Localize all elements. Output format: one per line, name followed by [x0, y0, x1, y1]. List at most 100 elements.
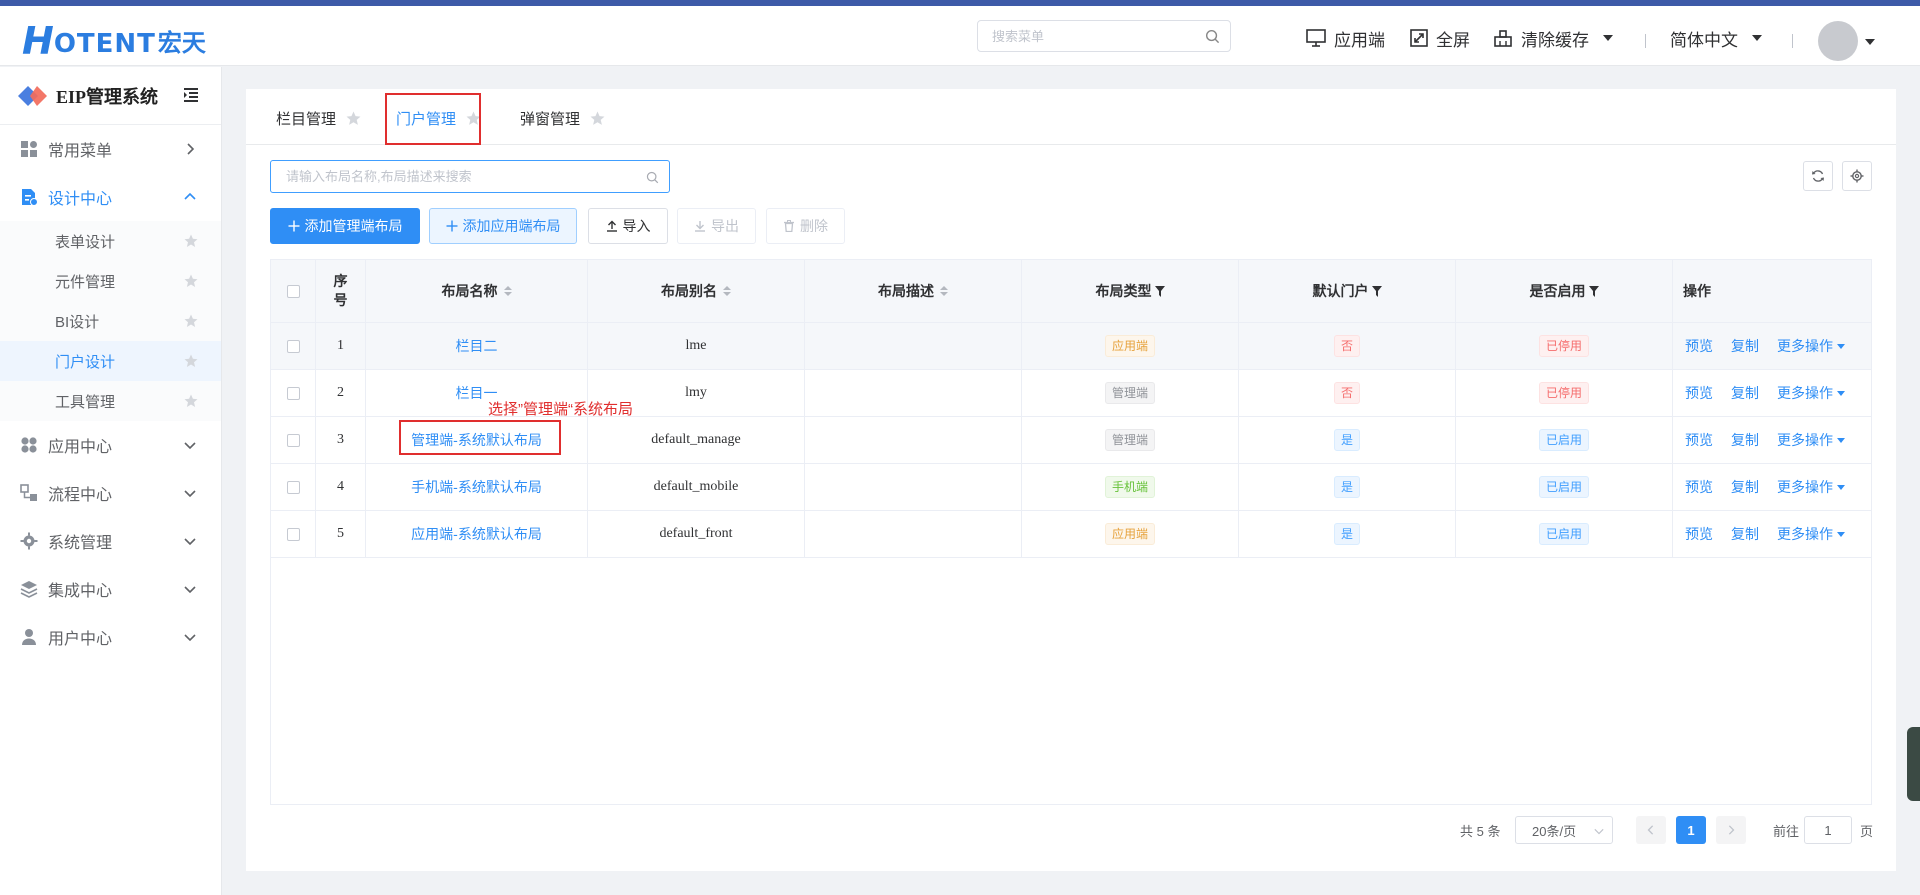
sidebar-subitem-tool-manage[interactable]: 工具管理 — [0, 381, 221, 421]
column-header-alias[interactable]: 布局别名 — [588, 260, 805, 322]
search-icon[interactable] — [646, 171, 659, 184]
sort-icon[interactable] — [503, 286, 512, 296]
filter-icon[interactable] — [1588, 285, 1599, 297]
user-avatar[interactable] — [1818, 21, 1858, 61]
chevron-down-icon — [184, 538, 196, 546]
clear-cache-button[interactable]: 清除缓存 — [1493, 28, 1613, 50]
sidebar-item-process-center[interactable]: 流程中心 — [0, 469, 221, 517]
more-actions-dropdown[interactable]: 更多操作 — [1777, 383, 1845, 403]
eip-logo-icon — [18, 85, 47, 106]
gear-icon — [20, 532, 38, 550]
row-checkbox[interactable] — [286, 480, 300, 494]
sidebar-item-integration-center[interactable]: 集成中心 — [0, 565, 221, 613]
column-header-name[interactable]: 布局名称 — [366, 260, 588, 322]
broom-icon — [1494, 30, 1512, 47]
caret-down-icon — [1837, 484, 1845, 490]
copy-link[interactable]: 复制 — [1731, 336, 1759, 356]
fullscreen-button[interactable]: 全屏 — [1410, 28, 1470, 50]
column-header-type[interactable]: 布局类型 — [1022, 260, 1239, 322]
layout-name-link[interactable]: 手机端-系统默认布局 — [411, 477, 542, 497]
tab-popup-manage[interactable]: 弹窗管理 — [520, 107, 605, 129]
row-seq: 4 — [316, 464, 366, 510]
preview-link[interactable]: 预览 — [1685, 477, 1713, 497]
language-selector[interactable]: 简体中文 — [1670, 28, 1762, 50]
more-actions-dropdown[interactable]: 更多操作 — [1777, 336, 1845, 356]
column-settings-button[interactable] — [1842, 161, 1872, 191]
avatar-caret-down-icon[interactable] — [1865, 39, 1875, 45]
tab-column-manage[interactable]: 栏目管理 — [276, 107, 361, 129]
preview-link[interactable]: 预览 — [1685, 430, 1713, 450]
layout-name-link[interactable]: 栏目二 — [456, 336, 498, 356]
select-all-checkbox[interactable] — [286, 284, 300, 298]
copy-link[interactable]: 复制 — [1731, 430, 1759, 450]
menu-search-input[interactable] — [992, 21, 1202, 51]
preview-link[interactable]: 预览 — [1685, 524, 1713, 544]
sort-icon[interactable] — [940, 286, 948, 296]
copy-link[interactable]: 复制 — [1731, 383, 1759, 403]
more-actions-dropdown[interactable]: 更多操作 — [1777, 477, 1845, 497]
copy-link[interactable]: 复制 — [1731, 477, 1759, 497]
table-row[interactable]: 1 栏目二 lme 应用端 否 已停用 预览 复制 更多操作 — [271, 323, 1871, 370]
menu-collapse-icon[interactable] — [183, 87, 199, 103]
sidebar-item-app-center[interactable]: 应用中心 — [0, 421, 221, 469]
row-checkbox[interactable] — [286, 386, 300, 400]
sidebar-subitem-portal-design[interactable]: 门户设计 — [0, 341, 221, 381]
sidebar-item-design-center[interactable]: 设计中心 — [0, 173, 221, 221]
row-alias: default_front — [588, 511, 805, 557]
next-page-button[interactable] — [1716, 816, 1746, 844]
column-header-enabled[interactable]: 是否启用 — [1456, 260, 1673, 322]
refresh-button[interactable] — [1803, 161, 1833, 191]
preview-link[interactable]: 预览 — [1685, 383, 1713, 403]
chevron-up-icon — [184, 192, 196, 200]
add-app-layout-button[interactable]: 添加应用端布局 — [429, 208, 577, 244]
row-checkbox[interactable] — [286, 433, 300, 447]
page-number-current[interactable]: 1 — [1676, 816, 1706, 844]
sidebar-item-common-menu[interactable]: 常用菜单 — [0, 125, 221, 173]
star-icon[interactable] — [184, 274, 198, 288]
sidebar-subitem-component-manage[interactable]: 元件管理 — [0, 261, 221, 301]
grid-icon — [21, 141, 37, 157]
sidebar-item-system-manage[interactable]: 系统管理 — [0, 517, 221, 565]
menu-search-box[interactable] — [977, 20, 1231, 52]
layout-search-box[interactable] — [270, 160, 670, 193]
star-icon[interactable] — [184, 234, 198, 248]
filter-icon[interactable] — [1154, 285, 1165, 297]
caret-down-icon — [1837, 390, 1845, 396]
star-icon[interactable] — [184, 354, 198, 368]
sidebar-subitem-form-design[interactable]: 表单设计 — [0, 221, 221, 261]
export-button[interactable]: 导出 — [677, 208, 756, 244]
row-checkbox[interactable] — [286, 527, 300, 541]
more-actions-dropdown[interactable]: 更多操作 — [1777, 430, 1845, 450]
column-header-default-portal[interactable]: 默认门户 — [1239, 260, 1456, 322]
caret-down-icon — [1603, 35, 1613, 41]
star-icon[interactable] — [590, 111, 605, 126]
star-icon[interactable] — [184, 394, 198, 408]
delete-button[interactable]: 删除 — [766, 208, 845, 244]
row-desc — [805, 323, 1022, 369]
copy-link[interactable]: 复制 — [1731, 524, 1759, 544]
preview-link[interactable]: 预览 — [1685, 336, 1713, 356]
star-icon[interactable] — [184, 314, 198, 328]
add-manage-layout-button[interactable]: 添加管理端布局 — [270, 208, 420, 244]
sort-icon[interactable] — [723, 286, 731, 296]
caret-down-icon — [1837, 437, 1845, 443]
search-icon[interactable] — [1205, 29, 1220, 44]
column-header-desc[interactable]: 布局描述 — [805, 260, 1022, 322]
app-end-button[interactable]: 应用端 — [1306, 28, 1385, 50]
star-icon[interactable] — [346, 111, 361, 126]
sidebar-item-user-center[interactable]: 用户中心 — [0, 613, 221, 661]
goto-page-input[interactable] — [1804, 816, 1852, 844]
sidebar-subitem-bi-design[interactable]: BI设计 — [0, 301, 221, 341]
layout-name-link[interactable]: 应用端-系统默认布局 — [411, 524, 542, 544]
table-row[interactable]: 4 手机端-系统默认布局 default_mobile 手机端 是 已启用 预览… — [271, 464, 1871, 511]
import-button[interactable]: 导入 — [588, 208, 668, 244]
layout-search-input[interactable] — [286, 161, 636, 192]
expand-icon — [1410, 29, 1428, 47]
side-floating-widget[interactable] — [1907, 727, 1920, 801]
more-actions-dropdown[interactable]: 更多操作 — [1777, 524, 1845, 544]
table-row[interactable]: 5 应用端-系统默认布局 default_front 应用端 是 已启用 预览复… — [271, 511, 1871, 558]
page-size-select[interactable]: 20条/页 — [1515, 816, 1613, 844]
prev-page-button[interactable] — [1636, 816, 1666, 844]
filter-icon[interactable] — [1371, 285, 1382, 297]
row-checkbox[interactable] — [286, 339, 300, 353]
